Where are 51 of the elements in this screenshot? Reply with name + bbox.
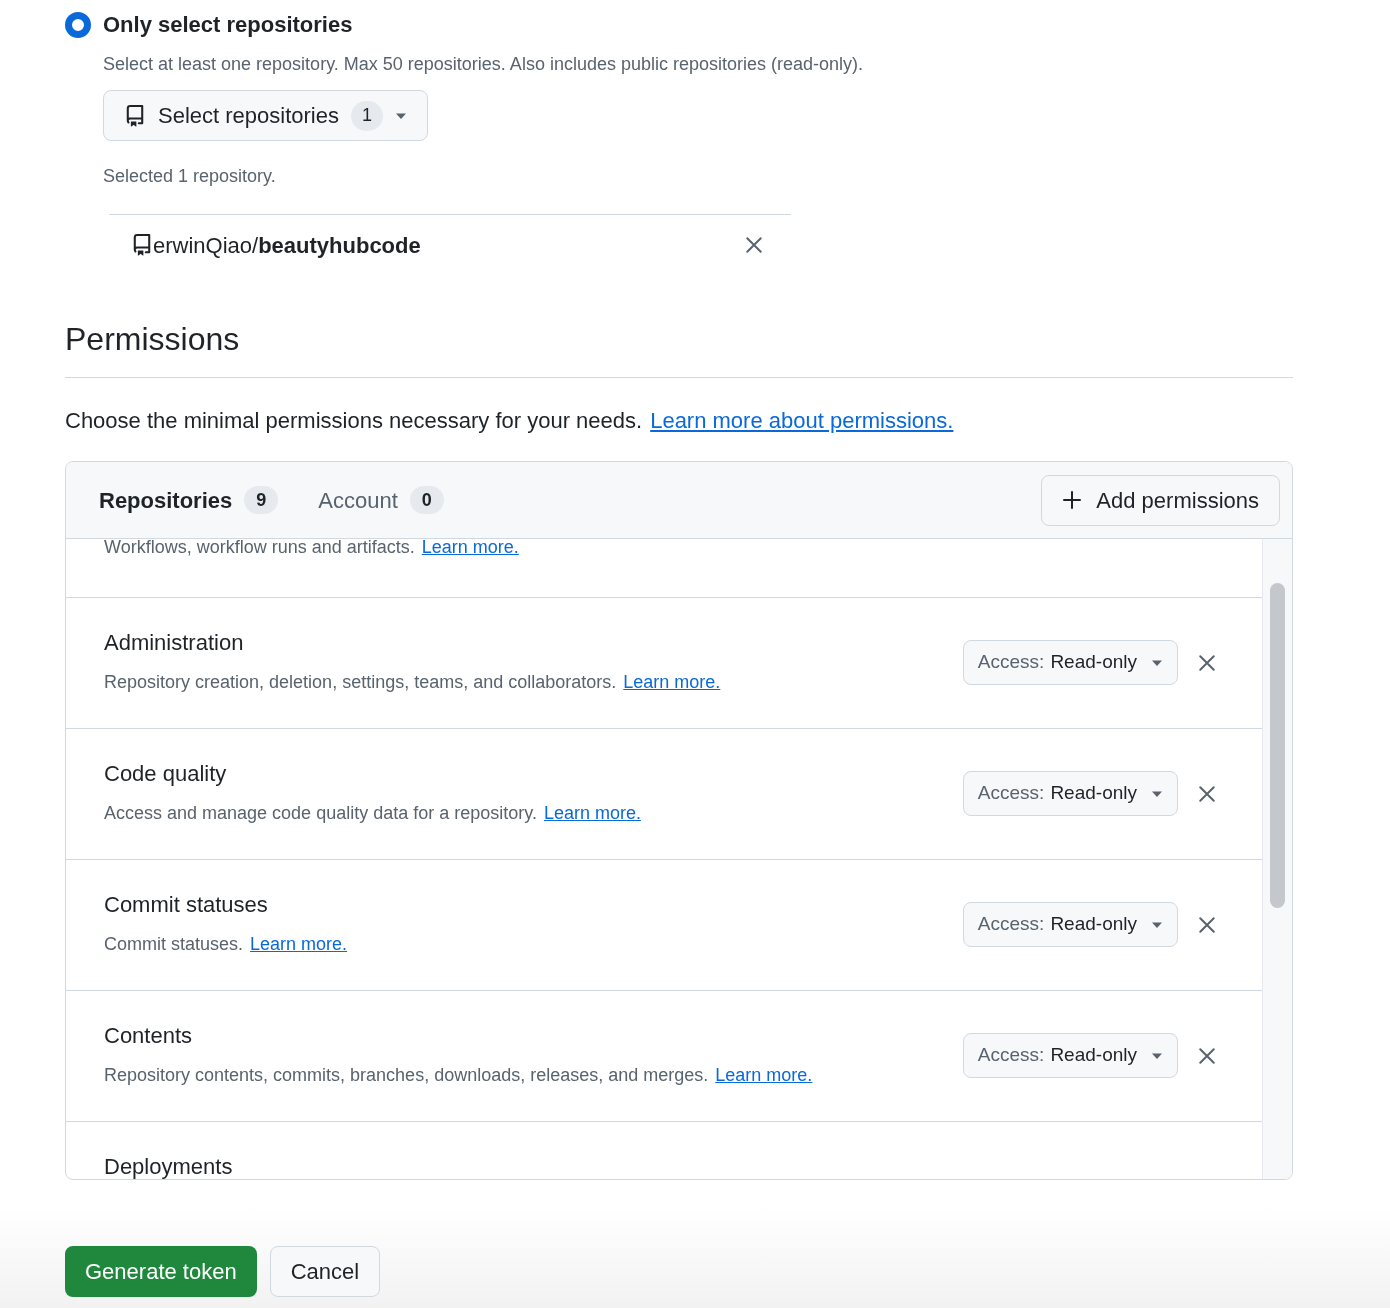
permission-description: Repository contents, commits, branches, downloads, releases, and merges.: [104, 1064, 709, 1087]
selected-summary: Selected 1 repository.: [103, 165, 277, 188]
learn-more-link[interactable]: Learn more.: [543, 800, 641, 827]
cancel-button[interactable]: Cancel: [269, 1246, 381, 1297]
permission-title: Code quality: [104, 760, 228, 788]
access-dropdown[interactable]: Access: Read-only: [962, 902, 1178, 947]
close-icon[interactable]: [1198, 653, 1216, 672]
permissions-link[interactable]: Learn more about permissions.: [650, 404, 954, 437]
access-dropdown[interactable]: Access: Read-only: [962, 1033, 1178, 1078]
repo-icon: [124, 103, 146, 128]
count-badge: 1: [351, 100, 383, 131]
permission-title: Deployments: [104, 1153, 233, 1179]
learn-more-link[interactable]: Learn more.: [715, 1062, 813, 1089]
permission-description: Repository creation, deletion, settings, teams, and collaborators.: [104, 671, 617, 694]
repo-icon: [131, 233, 153, 257]
caret-icon: [395, 111, 407, 120]
permission-description: Access and manage code quality data for a repository.: [104, 802, 537, 825]
repository-name: erwinQiao/beautyhubcode: [153, 231, 421, 260]
scrollbar[interactable]: [1262, 539, 1292, 1179]
permission-title: Contents: [104, 1022, 194, 1050]
caret-icon: [1151, 920, 1163, 929]
generate-token-button[interactable]: Generate token: [65, 1246, 257, 1297]
close-icon[interactable]: [1198, 915, 1216, 934]
count-badge: 9: [244, 486, 279, 514]
add-permissions-button[interactable]: Add permissions: [1041, 474, 1280, 526]
plus-icon: [1062, 490, 1083, 510]
learn-more-link[interactable]: Learn more.: [421, 539, 519, 561]
caret-icon: [1151, 789, 1163, 798]
permission-title: Commit statuses: [104, 891, 269, 919]
select-repositories-button[interactable]: Select repositories 1: [103, 90, 428, 141]
tab[interactable]: Repositories 9: [99, 483, 279, 517]
close-icon[interactable]: [1198, 784, 1216, 803]
tab[interactable]: Account 0: [318, 483, 444, 517]
option-description: Select at least one repository. Max 50 repositories. Also includes public repositories (read-only).: [103, 53, 865, 76]
permission-description: Workflows, workflow runs and artifacts.: [104, 539, 415, 559]
caret-icon: [1151, 658, 1163, 667]
permission-title: Administration: [104, 629, 245, 657]
radio-button[interactable]: [65, 11, 91, 38]
count-badge: 0: [409, 486, 444, 514]
close-icon[interactable]: [1198, 1046, 1216, 1065]
close-icon[interactable]: [745, 236, 763, 254]
option-label: Only select repositories: [103, 11, 353, 39]
access-dropdown[interactable]: Access: Read-only: [962, 640, 1178, 685]
intro-text: Choose the minimal permissions necessary for your needs.: [65, 407, 643, 435]
permission-description: Commit statuses.: [104, 933, 244, 956]
caret-icon: [1151, 1051, 1163, 1060]
access-dropdown[interactable]: Access: Read-only: [962, 771, 1178, 816]
scrollbar-thumb[interactable]: [1270, 583, 1285, 908]
section-heading: Permissions: [65, 315, 1293, 378]
learn-more-link[interactable]: Learn more.: [623, 669, 721, 696]
learn-more-link[interactable]: Learn more.: [250, 931, 348, 958]
